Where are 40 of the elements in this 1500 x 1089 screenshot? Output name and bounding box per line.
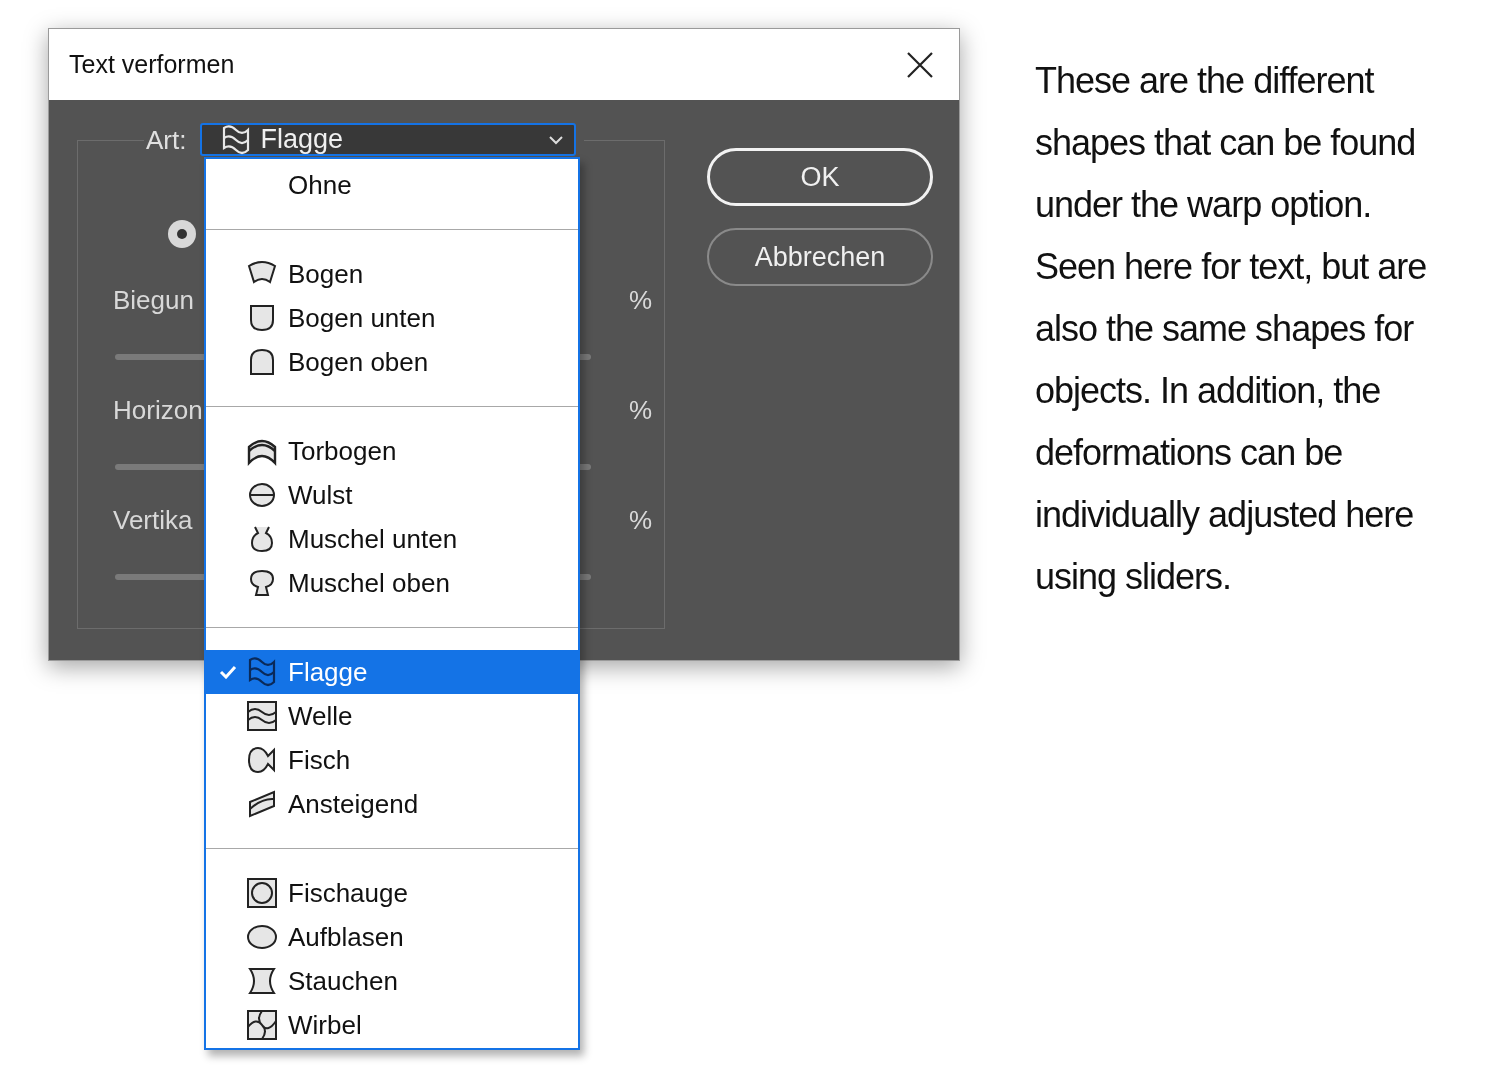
percent-unit: % [629,394,653,426]
pinched-shape-icon [246,965,278,997]
menu-item[interactable]: Stauchen [206,959,578,1003]
menu-item[interactable]: Fisch [206,738,578,782]
menu-item[interactable]: Fischauge [206,871,578,915]
menu-item[interactable]: Wirbel [206,1003,578,1047]
twist-square-icon [246,1009,278,1041]
window-title: Text verformen [69,50,235,79]
menu-item[interactable]: Ohne [206,163,578,207]
fish-shape-icon [246,744,278,776]
menu-item[interactable]: Ansteigend [206,782,578,826]
menu-item[interactable]: Torbogen [206,429,578,473]
menu-item[interactable]: Bogen [206,252,578,296]
rising-band-icon [246,788,278,820]
menu-item[interactable]: Aufblasen [206,915,578,959]
menu-item[interactable]: Bogen unten [206,296,578,340]
ok-button[interactable]: OK [707,148,933,206]
menu-item[interactable]: Muschel oben [206,561,578,605]
close-button[interactable] [905,49,935,80]
field-label: Biegun [113,284,195,316]
menu-item[interactable]: Bogen oben [206,340,578,384]
chevron-down-icon [548,134,565,145]
menu-item[interactable]: Wulst [206,473,578,517]
cancel-button[interactable]: Abbrechen [707,228,933,286]
radio-button[interactable] [168,220,196,248]
wave-square-icon [246,700,278,732]
flag-wave-icon [246,656,278,688]
check-icon [219,665,237,679]
field-label: Vertika [113,504,194,536]
menu-item[interactable]: Flagge [206,650,578,694]
fisheye-square-icon [246,877,278,909]
menu-item[interactable]: Welle [206,694,578,738]
percent-unit: % [629,504,653,536]
caption-paragraph: These are the different shapes that can be found under the warp option. Seen here for text, but are also the same shapes for objects. In addition, the deformations can be individually adjusted here using sliders. [1035,59,1428,599]
percent-unit: % [629,284,653,316]
menu-item[interactable]: Muschel unten [206,517,578,561]
style-dropdown[interactable]: Flagge [200,123,577,156]
close-icon [905,49,935,80]
field-label: Horizon [113,394,204,426]
style-label: Art: [146,125,187,156]
